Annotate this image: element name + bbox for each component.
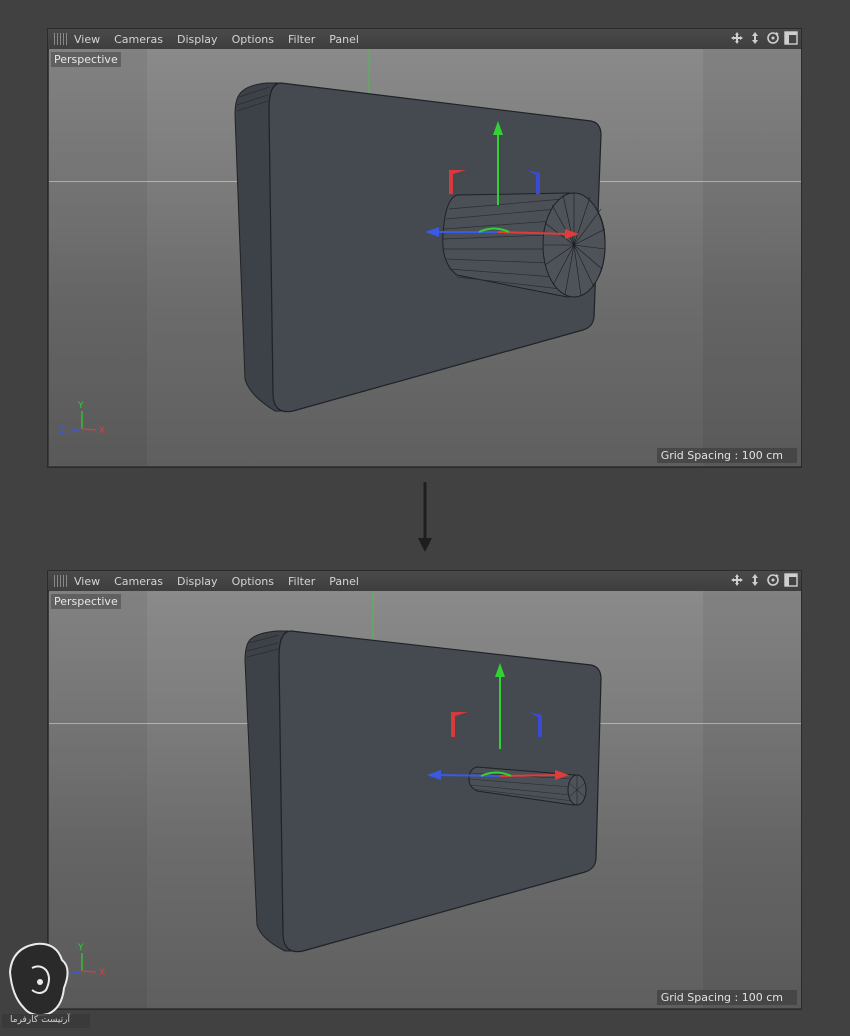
dolly-view-icon[interactable] <box>747 572 763 588</box>
menu-display[interactable]: Display <box>177 33 218 46</box>
viewport-panel-bottom: View Cameras Display Options Filter Pane… <box>47 570 802 1010</box>
rotate-view-icon[interactable] <box>765 30 781 46</box>
viewport-menubar: View Cameras Display Options Filter Pane… <box>48 29 801 50</box>
panel-grip-icon[interactable] <box>54 33 68 45</box>
view-navigation-icons <box>729 572 799 588</box>
watermark-logo: آرتیست کارفرما <box>2 938 92 1034</box>
rotate-view-icon[interactable] <box>765 572 781 588</box>
move-view-icon[interactable] <box>729 572 745 588</box>
viewport-camera-label[interactable]: Perspective <box>51 52 121 67</box>
move-view-icon[interactable] <box>729 30 745 46</box>
menu-view[interactable]: View <box>74 575 100 588</box>
axis-label-y: Y <box>78 401 84 411</box>
down-arrow-icon <box>418 482 432 552</box>
viewport-camera-label[interactable]: Perspective <box>51 594 121 609</box>
axis-label-x: X <box>99 968 106 978</box>
menu-cameras[interactable]: Cameras <box>114 33 163 46</box>
menu-filter[interactable]: Filter <box>288 33 315 46</box>
menu-cameras[interactable]: Cameras <box>114 575 163 588</box>
grid-spacing-label: Grid Spacing : 100 cm <box>656 990 797 1005</box>
menu-panel[interactable]: Panel <box>329 33 359 46</box>
perspective-viewport[interactable]: Y Z X Perspective Grid Spacing : 100 cm <box>49 49 801 466</box>
menu-view[interactable]: View <box>74 33 100 46</box>
toggle-layout-icon[interactable] <box>783 30 799 46</box>
scene-3d <box>234 49 606 413</box>
viewport-menubar: View Cameras Display Options Filter Pane… <box>48 571 801 592</box>
panel-grip-icon[interactable] <box>54 575 68 587</box>
dolly-view-icon[interactable] <box>747 30 763 46</box>
watermark-text: آرتیست کارفرما <box>10 1015 70 1025</box>
toggle-layout-icon[interactable] <box>783 572 799 588</box>
axis-label-x: X <box>99 426 106 436</box>
menu-display[interactable]: Display <box>177 575 218 588</box>
perspective-viewport[interactable]: Y Z X Perspective Grid Spacing : 100 cm <box>49 591 801 1008</box>
view-navigation-icons <box>729 30 799 46</box>
viewport-panel-top: View Cameras Display Options Filter Pane… <box>47 28 802 468</box>
menu-filter[interactable]: Filter <box>288 575 315 588</box>
axis-label-z: Z <box>59 426 66 436</box>
menu-options[interactable]: Options <box>232 575 274 588</box>
scene-3d <box>244 591 602 953</box>
menu-options[interactable]: Options <box>232 33 274 46</box>
grid-spacing-label: Grid Spacing : 100 cm <box>656 448 797 463</box>
menu-panel[interactable]: Panel <box>329 575 359 588</box>
